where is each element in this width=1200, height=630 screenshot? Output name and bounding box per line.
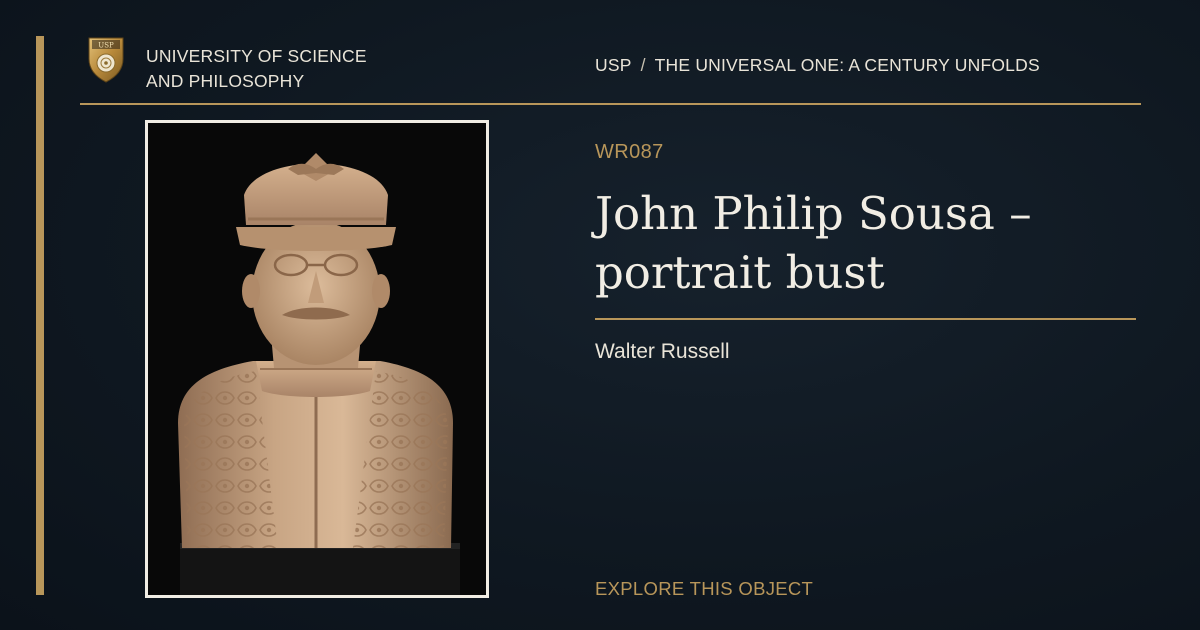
breadcrumb: USP / THE UNIVERSAL ONE: A CENTURY UNFOLDS — [595, 55, 1040, 76]
logo-text: USP — [98, 42, 114, 50]
object-id: WR087 — [595, 141, 664, 163]
header-divider — [80, 103, 1141, 105]
university-name-line1: UNIVERSITY OF SCIENCE — [146, 46, 367, 66]
university-name[interactable]: UNIVERSITY OF SCIENCE AND PHILOSOPHY — [146, 44, 406, 94]
object-image-frame[interactable] — [145, 120, 489, 598]
title-divider — [595, 318, 1136, 320]
object-title: John Philip Sousa – portrait bust — [595, 187, 1032, 299]
breadcrumb-current-link[interactable]: THE UNIVERSAL ONE: A CENTURY UNFOLDS — [655, 55, 1040, 75]
breadcrumb-root-link[interactable]: USP — [595, 55, 632, 75]
bust-image — [148, 123, 486, 595]
breadcrumb-separator: / — [640, 55, 646, 75]
university-crest-icon[interactable]: USP — [86, 35, 126, 83]
explore-object-link[interactable]: EXPLORE THIS OBJECT — [595, 578, 813, 600]
gold-accent-rail — [36, 36, 44, 595]
university-name-line2: AND PHILOSOPHY — [146, 71, 305, 91]
artist-name[interactable]: Walter Russell — [595, 340, 730, 364]
